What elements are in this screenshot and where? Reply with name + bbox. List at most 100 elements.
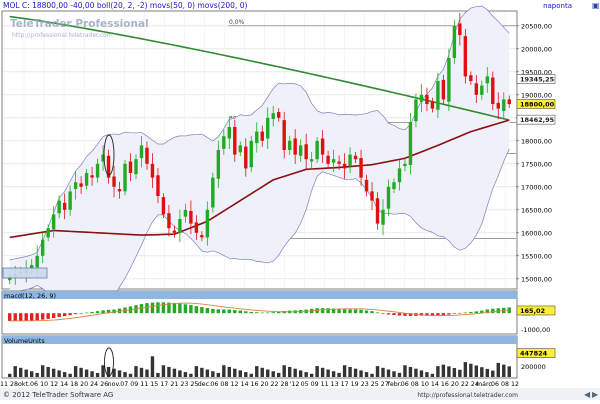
volume-bar[interactable] [491,370,495,377]
volume-bar[interactable] [134,366,138,377]
macd-bar[interactable] [392,313,396,316]
volume-bar[interactable] [150,356,155,377]
candle-body[interactable] [381,209,385,225]
candle-body[interactable] [79,183,83,187]
candle-body[interactable] [211,177,215,208]
footer-url[interactable]: http://professional.teletrader.com [417,392,518,399]
candle-body[interactable] [436,81,440,110]
macd-bar[interactable] [364,310,369,314]
macd-bar[interactable] [359,309,363,314]
candle-body[interactable] [200,235,204,238]
volume-bar[interactable] [502,364,506,377]
macd-bar[interactable] [183,304,188,314]
candle-body[interactable] [397,168,402,183]
volume-bar[interactable] [353,368,358,377]
volume-bar[interactable] [211,371,215,377]
range-selector-box[interactable] [2,267,48,279]
candle-body[interactable] [227,127,232,139]
macd-bar[interactable] [491,308,495,314]
volume-bar[interactable] [156,372,160,377]
volume-bar[interactable] [469,363,473,377]
candle-body[interactable] [189,210,193,224]
macd-bar[interactable] [271,312,275,314]
candle-body[interactable] [469,75,473,81]
macd-bar[interactable] [161,302,166,314]
volume-bar[interactable] [507,366,511,377]
candle-body[interactable] [414,99,418,122]
macd-bar[interactable] [447,313,451,315]
candle-body[interactable] [375,198,380,224]
candle-body[interactable] [128,161,133,174]
volume-bar[interactable] [370,373,374,377]
candle-body[interactable] [441,79,446,100]
volume-bar[interactable] [271,371,275,377]
macd-bar[interactable] [458,312,462,314]
macd-bar[interactable] [266,312,270,314]
volume-bar[interactable] [24,369,28,377]
volume-bar[interactable] [84,369,89,377]
volume-bar[interactable] [260,367,264,377]
macd-bar[interactable] [145,303,149,314]
volume-bar[interactable] [183,372,188,377]
volume-bar[interactable] [244,372,248,377]
candle-body[interactable] [62,202,67,210]
candle-body[interactable] [172,230,177,233]
macd-bar[interactable] [178,303,182,314]
settings-icon[interactable]: ▣ [592,1,600,10]
candle-body[interactable] [84,173,89,186]
candle-body[interactable] [134,159,138,175]
volume-bar[interactable] [161,365,166,377]
candle-body[interactable] [271,113,275,119]
macd-bar[interactable] [112,309,116,314]
volume-bar[interactable] [414,368,418,377]
candle-body[interactable] [386,186,391,209]
candle-body[interactable] [458,23,462,36]
candle-body[interactable] [331,159,336,163]
macd-bar[interactable] [436,313,440,316]
macd-bar[interactable] [73,313,78,315]
candle-body[interactable] [496,102,500,109]
scroll-left-icon[interactable]: ◀ [584,390,591,399]
volume-bar[interactable] [342,365,347,377]
candle-body[interactable] [255,131,259,144]
macd-bar[interactable] [337,308,341,314]
volume-bar[interactable] [277,372,281,377]
volume-bar[interactable] [309,373,314,377]
candle-body[interactable] [326,155,330,164]
candle-body[interactable] [46,228,50,238]
macd-bar[interactable] [222,309,226,314]
volume-bar[interactable] [200,367,204,377]
volume-bar[interactable] [8,373,12,377]
volume-bar[interactable] [315,366,319,377]
candle-body[interactable] [392,182,396,190]
volume-bar[interactable] [172,368,177,377]
candle-body[interactable] [183,209,188,217]
macd-bar[interactable] [8,313,12,321]
macd-bar[interactable] [68,313,72,316]
candle-body[interactable] [249,140,253,168]
volume-bar[interactable] [167,366,171,377]
candle-body[interactable] [403,163,407,167]
macd-bar[interactable] [95,311,100,314]
candle-body[interactable] [123,163,127,192]
volume-bar[interactable] [447,366,451,377]
volume-bar[interactable] [227,366,232,377]
volume-bar[interactable] [29,371,34,377]
candle-body[interactable] [507,99,511,104]
macd-bar[interactable] [211,308,215,314]
volume-bar[interactable] [359,370,363,377]
volume-bar[interactable] [178,370,182,377]
candle-body[interactable] [167,213,171,229]
candle-body[interactable] [474,83,479,95]
candle-body[interactable] [425,94,429,104]
volume-bar[interactable] [19,367,23,377]
candle-body[interactable] [233,127,237,155]
candle-body[interactable] [480,85,484,95]
macd-bar[interactable] [101,310,105,314]
macd-bar[interactable] [249,311,253,314]
macd-bar[interactable] [19,313,23,321]
volume-bar[interactable] [46,366,50,377]
candle-body[interactable] [244,146,248,169]
volume-bar[interactable] [331,371,336,377]
candle-body[interactable] [90,175,94,178]
